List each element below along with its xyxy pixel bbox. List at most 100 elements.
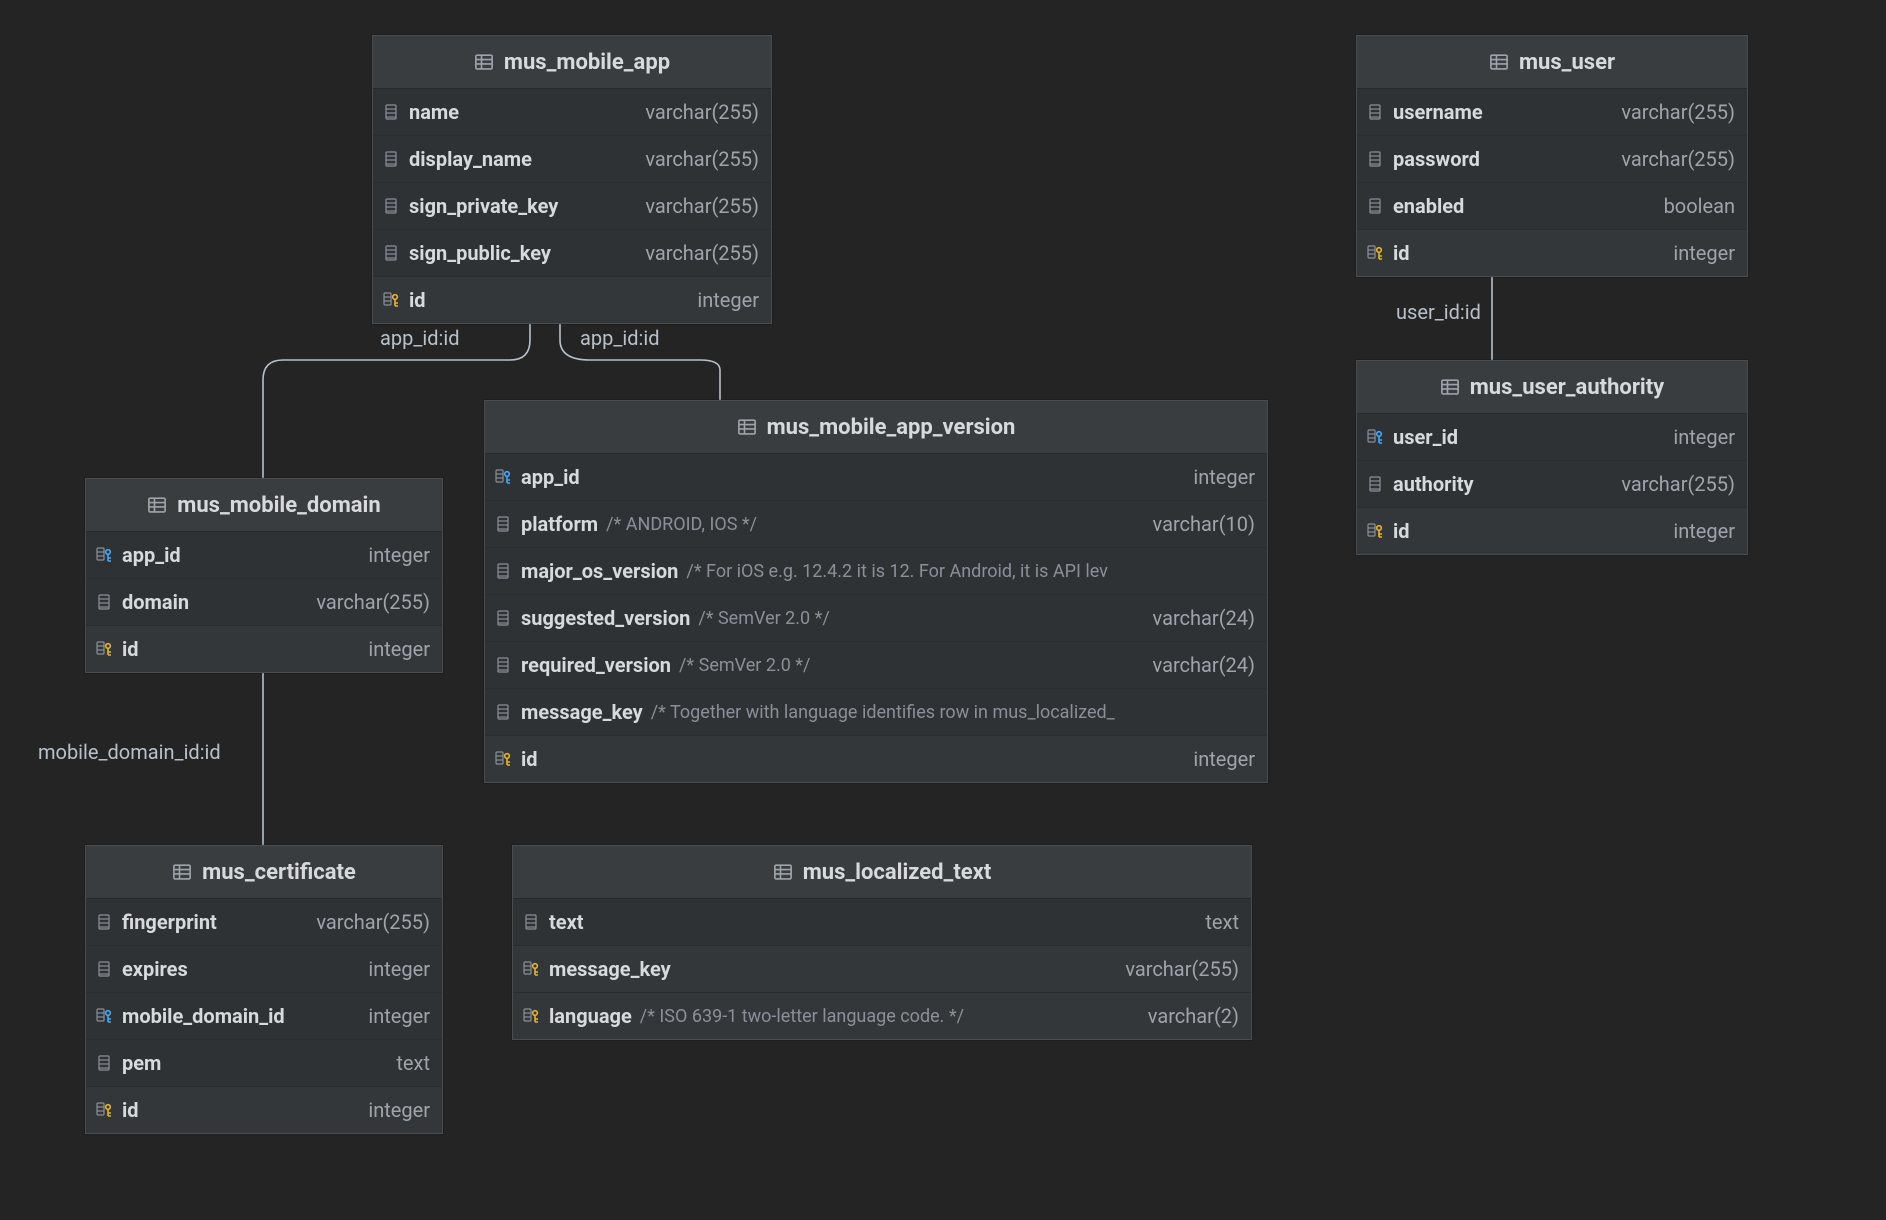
column-name: suggested_version <box>521 606 690 630</box>
column-row[interactable]: name varchar(255) <box>373 89 771 136</box>
column-row[interactable]: sign_public_key varchar(255) <box>373 230 771 277</box>
column-name: password <box>1393 147 1480 171</box>
column-row[interactable]: user_id integer <box>1357 414 1747 461</box>
table-mus-mobile-app-version[interactable]: mus_mobile_app_version app_id integer <box>484 400 1268 783</box>
column-name: message_key <box>521 700 643 724</box>
table-header[interactable]: mus_localized_text <box>513 846 1251 899</box>
column-type: varchar(255) <box>316 910 430 934</box>
column-name: user_id <box>1393 425 1458 449</box>
column-type: varchar(255) <box>316 590 430 614</box>
primary-key-icon <box>1367 244 1385 262</box>
column-type: integer <box>1673 241 1735 265</box>
column-name: message_key <box>549 957 671 981</box>
table-header[interactable]: mus_mobile_app_version <box>485 401 1267 454</box>
column-row[interactable]: app_id integer <box>485 454 1267 501</box>
column-type: integer <box>368 957 430 981</box>
table-header[interactable]: mus_user <box>1357 36 1747 89</box>
column-row[interactable]: suggested_version /* SemVer 2.0 */ varch… <box>485 595 1267 642</box>
table-icon <box>172 862 192 882</box>
column-icon <box>383 244 401 262</box>
column-comment: /* SemVer 2.0 */ <box>698 608 829 629</box>
column-name: fingerprint <box>122 910 217 934</box>
column-row[interactable]: id integer <box>485 736 1267 782</box>
table-mus-mobile-app[interactable]: mus_mobile_app name varchar(255) displa <box>372 35 772 324</box>
column-row[interactable]: mobile_domain_id integer <box>86 993 442 1040</box>
column-row[interactable]: enabled boolean <box>1357 183 1747 230</box>
column-icon <box>96 960 114 978</box>
column-row[interactable]: pem text <box>86 1040 442 1087</box>
column-row[interactable]: expires integer <box>86 946 442 993</box>
column-name: username <box>1393 100 1483 124</box>
table-icon <box>474 52 494 72</box>
table-title: mus_certificate <box>202 860 356 885</box>
column-row[interactable]: app_id integer <box>86 532 442 579</box>
table-icon <box>737 417 757 437</box>
table-title: mus_user_authority <box>1470 375 1665 400</box>
primary-key-icon <box>1367 522 1385 540</box>
primary-key-icon <box>523 1007 541 1025</box>
primary-key-icon <box>495 750 513 768</box>
column-row[interactable]: display_name varchar(255) <box>373 136 771 183</box>
column-row[interactable]: id integer <box>373 277 771 323</box>
column-comment: /* ISO 639-1 two-letter language code. *… <box>640 1006 964 1027</box>
column-comment: /* ANDROID, IOS */ <box>606 514 757 535</box>
column-name: required_version <box>521 653 671 677</box>
column-icon <box>96 1054 114 1072</box>
column-type: varchar(255) <box>1125 957 1239 981</box>
table-mus-localized-text[interactable]: mus_localized_text text text <box>512 845 1252 1040</box>
table-header[interactable]: mus_user_authority <box>1357 361 1747 414</box>
column-row[interactable]: message_key /* Together with language id… <box>485 689 1267 736</box>
column-name: enabled <box>1393 194 1464 218</box>
table-header[interactable]: mus_certificate <box>86 846 442 899</box>
column-type: varchar(255) <box>645 147 759 171</box>
column-name: major_os_version <box>521 559 678 583</box>
column-row[interactable]: sign_private_key varchar(255) <box>373 183 771 230</box>
column-icon <box>1367 103 1385 121</box>
column-name: id <box>521 747 538 771</box>
column-name: sign_private_key <box>409 194 558 218</box>
column-row[interactable]: major_os_version /* For iOS e.g. 12.4.2 … <box>485 548 1267 595</box>
table-header[interactable]: mus_mobile_domain <box>86 479 442 532</box>
column-row[interactable]: id integer <box>86 626 442 672</box>
column-type: varchar(255) <box>645 100 759 124</box>
column-type: varchar(255) <box>1621 472 1735 496</box>
table-mus-user[interactable]: mus_user username varchar(255) password <box>1356 35 1748 277</box>
column-type: integer <box>368 543 430 567</box>
table-title: mus_mobile_app <box>504 50 670 75</box>
column-name: mobile_domain_id <box>122 1004 285 1028</box>
table-header[interactable]: mus_mobile_app <box>373 36 771 89</box>
foreign-key-icon <box>96 1007 114 1025</box>
column-row[interactable]: domain varchar(255) <box>86 579 442 626</box>
column-row[interactable]: password varchar(255) <box>1357 136 1747 183</box>
column-row[interactable]: text text <box>513 899 1251 946</box>
column-comment: /* SemVer 2.0 */ <box>679 655 810 676</box>
table-mus-certificate[interactable]: mus_certificate fingerprint varchar(255) <box>85 845 443 1134</box>
column-row[interactable]: authority varchar(255) <box>1357 461 1747 508</box>
foreign-key-icon <box>96 546 114 564</box>
column-row[interactable]: language /* ISO 639-1 two-letter languag… <box>513 993 1251 1039</box>
table-mus-user-authority[interactable]: mus_user_authority user_id integer <box>1356 360 1748 555</box>
column-type: integer <box>1673 425 1735 449</box>
column-row[interactable]: id integer <box>1357 508 1747 554</box>
column-icon <box>1367 150 1385 168</box>
column-row[interactable]: platform /* ANDROID, IOS */ varchar(10) <box>485 501 1267 548</box>
column-type: text <box>396 1051 430 1075</box>
column-row[interactable]: required_version /* SemVer 2.0 */ varcha… <box>485 642 1267 689</box>
table-title: mus_localized_text <box>803 860 992 885</box>
column-comment: /* For iOS e.g. 12.4.2 it is 12. For And… <box>686 561 1108 582</box>
column-row[interactable]: username varchar(255) <box>1357 89 1747 136</box>
column-type: varchar(255) <box>645 194 759 218</box>
column-row[interactable]: fingerprint varchar(255) <box>86 899 442 946</box>
column-row[interactable]: id integer <box>86 1087 442 1133</box>
column-type: integer <box>1673 519 1735 543</box>
table-icon <box>773 862 793 882</box>
column-type: integer <box>697 288 759 312</box>
column-row[interactable]: message_key varchar(255) <box>513 946 1251 993</box>
table-mus-mobile-domain[interactable]: mus_mobile_domain app_id integer <box>85 478 443 673</box>
column-name: platform <box>521 512 598 536</box>
column-type: boolean <box>1664 194 1735 218</box>
column-icon <box>495 562 513 580</box>
column-row[interactable]: id integer <box>1357 230 1747 276</box>
column-icon <box>383 197 401 215</box>
column-name: app_id <box>521 465 580 489</box>
